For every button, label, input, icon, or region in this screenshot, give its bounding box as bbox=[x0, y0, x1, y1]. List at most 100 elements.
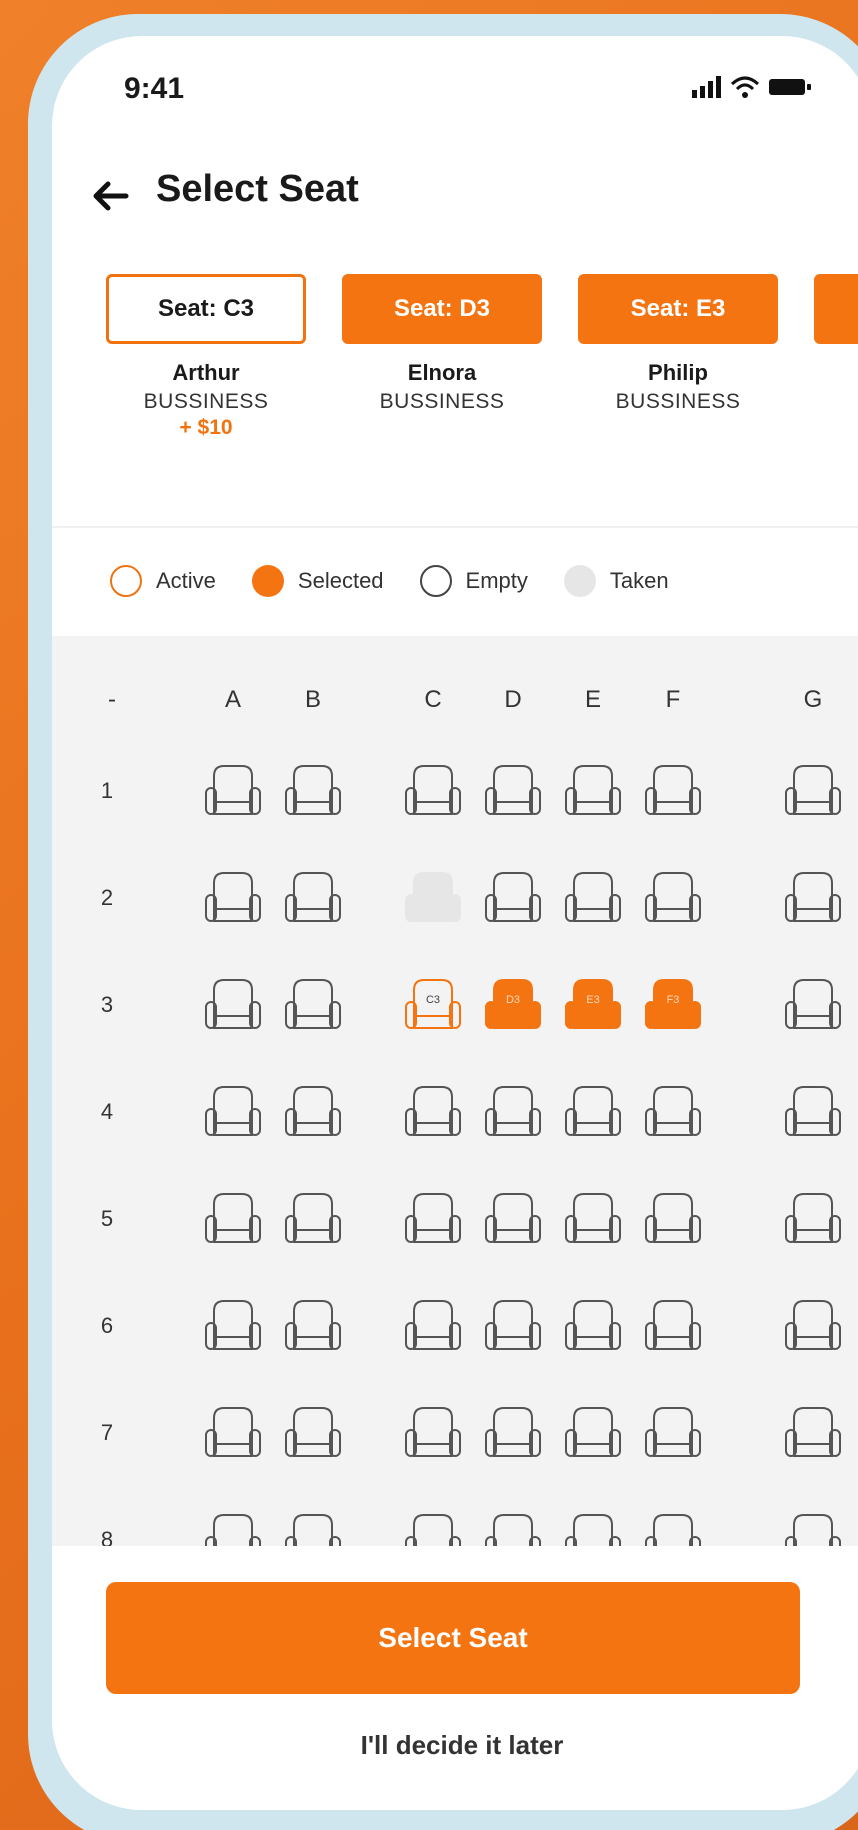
seat-a7[interactable] bbox=[198, 1398, 268, 1468]
empty-dot-icon bbox=[419, 565, 452, 597]
seat-g6[interactable] bbox=[778, 1291, 848, 1361]
seat-b7[interactable] bbox=[278, 1398, 348, 1468]
seat-a6[interactable] bbox=[198, 1291, 268, 1361]
seat-b1[interactable] bbox=[278, 756, 348, 826]
seat-g5[interactable] bbox=[778, 1184, 848, 1254]
passenger-class: B bbox=[814, 360, 858, 384]
legend-label: Taken bbox=[609, 568, 669, 593]
seat-label: F3 bbox=[666, 994, 680, 1006]
seat-c5[interactable] bbox=[398, 1184, 468, 1254]
seat-g7[interactable] bbox=[778, 1398, 848, 1468]
seat-d8[interactable] bbox=[478, 1505, 548, 1546]
column-header-f: F bbox=[665, 686, 681, 713]
seat-tag[interactable]: Seat: E3 bbox=[578, 274, 778, 344]
seat-b3[interactable] bbox=[278, 970, 348, 1040]
passenger-tab-arthur[interactable]: Seat: C3 Arthur BUSSINESS + $10 bbox=[106, 274, 306, 440]
active-dot-icon bbox=[110, 565, 142, 597]
status-time: 9:41 bbox=[124, 72, 185, 105]
seat-c1[interactable] bbox=[398, 756, 468, 826]
passenger-tab-partial[interactable]: B bbox=[814, 274, 858, 384]
seat-b4[interactable] bbox=[278, 1077, 348, 1147]
legend-taken: Taken bbox=[563, 565, 669, 597]
seat-e8[interactable] bbox=[558, 1505, 628, 1546]
signal-icon bbox=[692, 76, 721, 98]
seat-a2[interactable] bbox=[198, 863, 268, 933]
seat-g1[interactable] bbox=[778, 756, 848, 826]
row-number-3: 3 bbox=[100, 992, 114, 1017]
passenger-tabs: Seat: C3 Arthur BUSSINESS + $10 Seat: D3… bbox=[52, 274, 858, 494]
seat-d1[interactable] bbox=[478, 756, 548, 826]
legend-active: Active bbox=[110, 565, 216, 597]
select-seat-button[interactable]: Select Seat bbox=[106, 1582, 800, 1694]
legend-label: Empty bbox=[465, 568, 528, 593]
page-title: Select Seat bbox=[156, 168, 359, 210]
passenger-tab-philip[interactable]: Seat: E3 Philip BUSSINESS bbox=[578, 274, 778, 414]
back-arrow-icon[interactable] bbox=[90, 176, 130, 216]
column-header-corner: - bbox=[108, 686, 116, 713]
seat-c3[interactable]: C3 bbox=[398, 970, 468, 1040]
seat-g3[interactable] bbox=[778, 970, 848, 1040]
column-header-a: A bbox=[224, 686, 241, 713]
seat-e3[interactable]: E3 bbox=[558, 970, 628, 1040]
seat-tag[interactable]: Seat: C3 bbox=[106, 274, 306, 344]
seat-e2[interactable] bbox=[558, 863, 628, 933]
seat-f6[interactable] bbox=[638, 1291, 708, 1361]
seat-a4[interactable] bbox=[198, 1077, 268, 1147]
seat-e7[interactable] bbox=[558, 1398, 628, 1468]
seat-b5[interactable] bbox=[278, 1184, 348, 1254]
seat-c8[interactable] bbox=[398, 1505, 468, 1546]
seat-e6[interactable] bbox=[558, 1291, 628, 1361]
seat-legend: Active Selected Empty Taken bbox=[52, 546, 858, 616]
seat-f1[interactable] bbox=[638, 756, 708, 826]
legend-label: Active bbox=[156, 568, 216, 593]
legend-label: Selected bbox=[297, 568, 384, 593]
seat-c6[interactable] bbox=[398, 1291, 468, 1361]
seat-map: - A B C D E F G 1 2 3 C3 D3 E3 F3 4 5 6 7 8 bbox=[52, 636, 858, 1546]
decide-later-link[interactable]: I'll decide it later bbox=[52, 1730, 858, 1761]
seat-d2[interactable] bbox=[478, 863, 548, 933]
seat-a8[interactable] bbox=[198, 1505, 268, 1546]
passenger-name: Arthur bbox=[172, 360, 240, 385]
footer: Select Seat I'll decide it later bbox=[52, 1546, 858, 1810]
seat-a5[interactable] bbox=[198, 1184, 268, 1254]
seat-a3[interactable] bbox=[198, 970, 268, 1040]
passenger-class: BUSSINESS bbox=[379, 390, 505, 413]
seat-label: E3 bbox=[586, 994, 600, 1006]
passenger-class: BUSSINESS bbox=[143, 390, 269, 413]
seat-f2[interactable] bbox=[638, 863, 708, 933]
seat-d4[interactable] bbox=[478, 1077, 548, 1147]
phone-screen: 9:41 Select Seat Seat: C3 Arthur BUSSINE… bbox=[52, 36, 858, 1810]
seat-d5[interactable] bbox=[478, 1184, 548, 1254]
seat-b2[interactable] bbox=[278, 863, 348, 933]
seat-g8[interactable] bbox=[778, 1505, 848, 1546]
seat-b6[interactable] bbox=[278, 1291, 348, 1361]
seat-d6[interactable] bbox=[478, 1291, 548, 1361]
seat-a1[interactable] bbox=[198, 756, 268, 826]
seat-e5[interactable] bbox=[558, 1184, 628, 1254]
seat-f4[interactable] bbox=[638, 1077, 708, 1147]
seat-e1[interactable] bbox=[558, 756, 628, 826]
seat-f7[interactable] bbox=[638, 1398, 708, 1468]
header: Select Seat bbox=[52, 146, 858, 226]
seat-b8[interactable] bbox=[278, 1505, 348, 1546]
seat-label: C3 bbox=[425, 994, 441, 1006]
status-icons bbox=[692, 76, 812, 98]
divider bbox=[52, 526, 858, 528]
legend-empty: Empty bbox=[419, 565, 528, 597]
seat-f8[interactable] bbox=[638, 1505, 708, 1546]
seat-label: D3 bbox=[505, 994, 521, 1006]
column-header-e: E bbox=[584, 686, 601, 713]
seat-f3[interactable]: F3 bbox=[638, 970, 708, 1040]
seat-d7[interactable] bbox=[478, 1398, 548, 1468]
seat-g4[interactable] bbox=[778, 1077, 848, 1147]
seat-tag[interactable]: Seat: D3 bbox=[342, 274, 542, 344]
seat-d3[interactable]: D3 bbox=[478, 970, 548, 1040]
seat-g2[interactable] bbox=[778, 863, 848, 933]
seat-f5[interactable] bbox=[638, 1184, 708, 1254]
seat-tag[interactable] bbox=[814, 274, 858, 344]
seat-c4[interactable] bbox=[398, 1077, 468, 1147]
row-number-5: 5 bbox=[100, 1206, 114, 1231]
seat-e4[interactable] bbox=[558, 1077, 628, 1147]
passenger-tab-elnora[interactable]: Seat: D3 Elnora BUSSINESS bbox=[342, 274, 542, 414]
seat-c7[interactable] bbox=[398, 1398, 468, 1468]
